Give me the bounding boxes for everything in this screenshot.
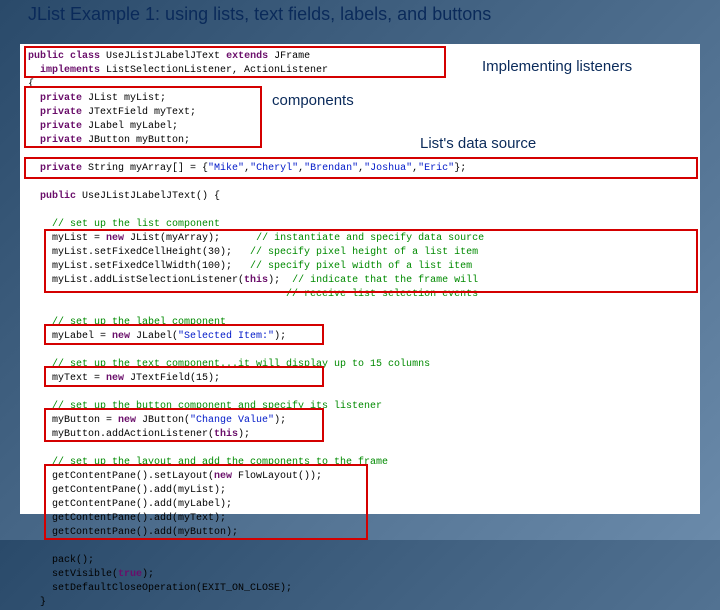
code-token: setVisible( bbox=[28, 569, 118, 580]
annotation-data-source: List's data source bbox=[420, 135, 536, 152]
slide: JList Example 1: using lists, text field… bbox=[0, 0, 720, 540]
code-token: true bbox=[118, 569, 142, 580]
code-panel: public class UseJListJLabelJText extends… bbox=[20, 44, 700, 514]
slide-title: JList Example 1: using lists, text field… bbox=[28, 4, 692, 30]
code-token bbox=[28, 387, 34, 398]
annotation-listeners: Implementing listeners bbox=[482, 58, 632, 75]
code-token: } bbox=[28, 597, 46, 608]
code-token: UseJListJLabelJText() { bbox=[76, 191, 220, 202]
code-token bbox=[28, 345, 34, 356]
highlight-box-list-setup bbox=[44, 229, 698, 293]
highlight-box-components bbox=[24, 86, 262, 148]
code-token: public bbox=[28, 191, 76, 202]
code-token: setDefaultCloseOperation(EXIT_ON_CLOSE); bbox=[28, 583, 292, 594]
highlight-box-button-setup bbox=[44, 408, 324, 442]
code-token bbox=[28, 541, 34, 552]
code-token: ); bbox=[142, 569, 154, 580]
code-token: pack(); bbox=[28, 555, 94, 566]
annotation-components: components bbox=[272, 92, 354, 109]
highlight-box-text-setup bbox=[44, 366, 324, 387]
code-token bbox=[28, 303, 34, 314]
code-token bbox=[28, 443, 34, 454]
highlight-box-label-setup bbox=[44, 324, 324, 345]
highlight-box-data-source bbox=[24, 157, 698, 179]
code-token bbox=[28, 205, 34, 216]
highlight-box-layout bbox=[44, 464, 368, 540]
highlight-box-class-decl bbox=[24, 46, 446, 78]
